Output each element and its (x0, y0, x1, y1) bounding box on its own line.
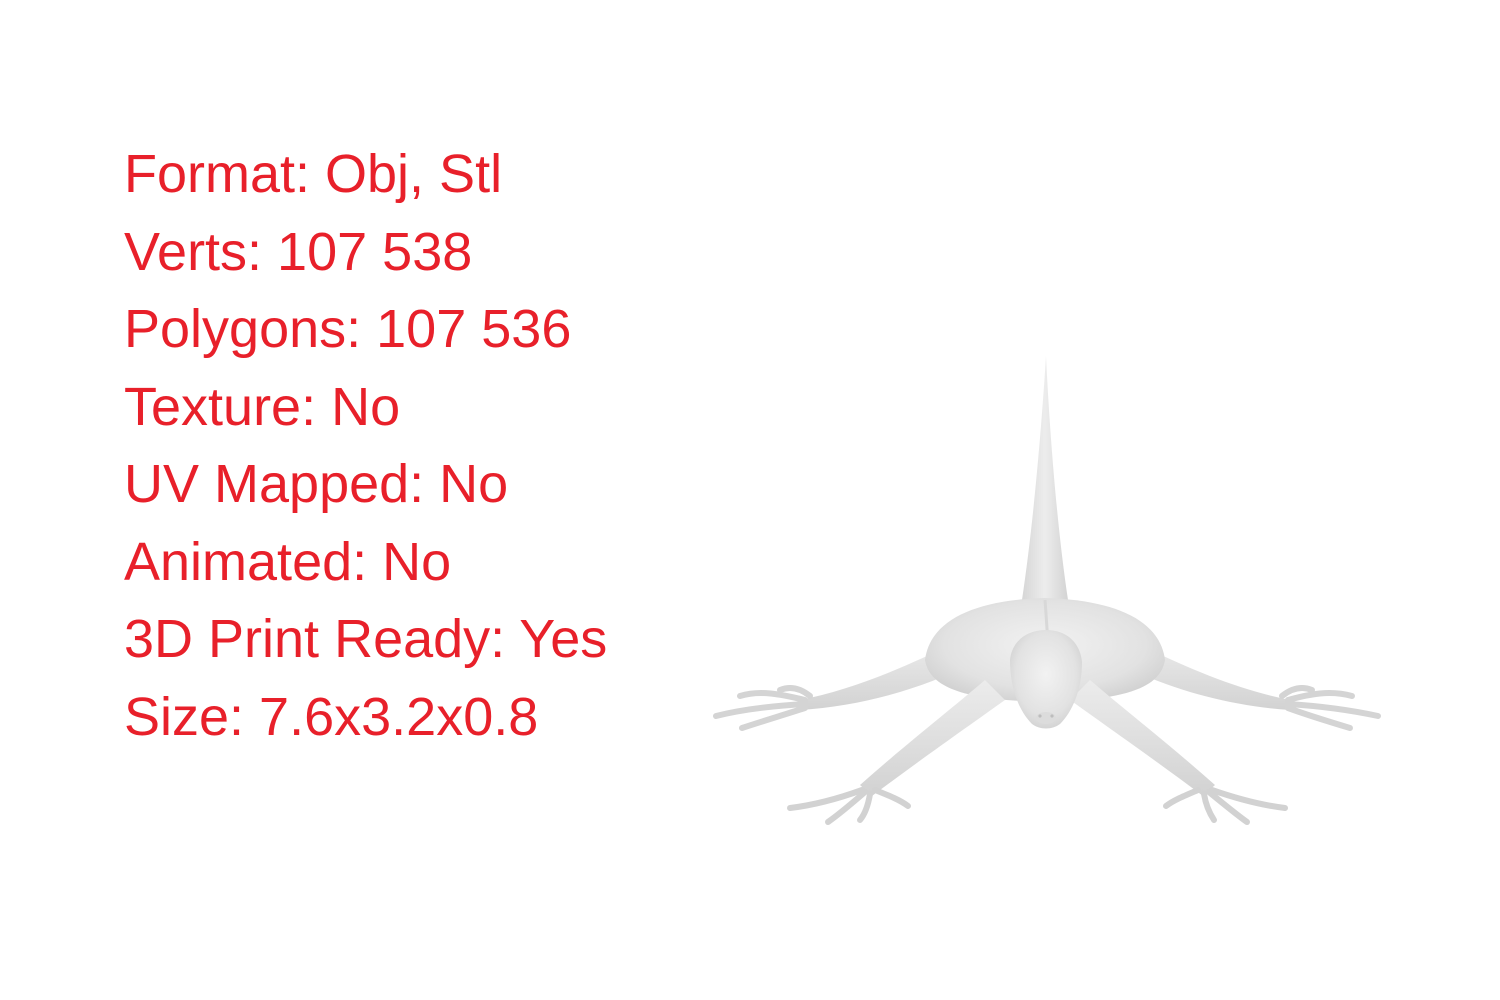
spec-list: Format: Obj, Stl Verts: 107 538 Polygons… (124, 136, 607, 756)
lizard-3d-model-icon (690, 340, 1410, 840)
spec-3d-print-ready: 3D Print Ready: Yes (124, 609, 608, 669)
spec-verts: Verts: 107 538 (124, 221, 473, 282)
spec-uv-mapped: UV Mapped: No (124, 454, 509, 514)
spec-texture: Texture: No (124, 376, 401, 437)
spec-animated: Animated: No (124, 531, 452, 592)
spec-polygons: Polygons: 107 536 (124, 299, 572, 359)
spec-format: Format: Obj, Stl (124, 144, 503, 204)
spec-size: Size: 7.6x3.2x0.8 (124, 686, 539, 747)
